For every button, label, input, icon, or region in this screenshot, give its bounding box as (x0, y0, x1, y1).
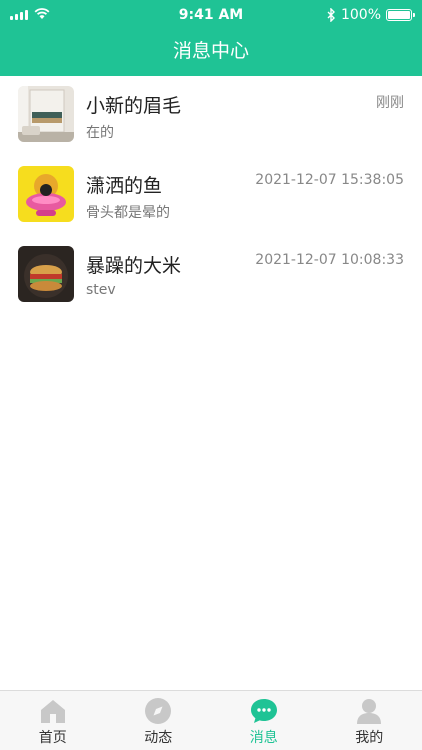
tab-messages[interactable]: 消息 (211, 691, 317, 750)
tab-label: 我的 (355, 730, 384, 746)
page-title: 消息中心 (172, 40, 249, 62)
home-icon (40, 700, 65, 723)
message-preview: 骨头都是晕的 (86, 205, 170, 221)
tab-label: 动态 (144, 730, 173, 746)
contact-name: 暴躁的大米 (86, 255, 182, 277)
message-row[interactable]: 潇洒的鱼 骨头都是晕的 2021-12-07 15:38:05 (0, 156, 422, 236)
message-preview: stev (86, 282, 116, 298)
app-header: 9:41 AM 100% 消息中心 (0, 0, 422, 76)
message-list: 小新的眉毛 在的 刚刚 潇洒的鱼 骨头都是晕的 2021-12-07 15:38… (0, 76, 422, 316)
bluetooth-icon (327, 8, 335, 22)
contact-name: 小新的眉毛 (86, 95, 182, 117)
battery-percent: 100% (340, 7, 381, 23)
status-bar: 9:41 AM 100% (0, 0, 422, 30)
chat-bubble-icon (250, 699, 277, 723)
avatar (18, 166, 74, 222)
message-time: 2021-12-07 10:08:33 (255, 252, 404, 268)
message-time: 刚刚 (376, 95, 404, 111)
compass-icon (145, 698, 172, 724)
tab-home[interactable]: 首页 (0, 691, 106, 750)
battery-icon (386, 9, 415, 21)
avatar (18, 86, 74, 142)
message-row[interactable]: 暴躁的大米 stev 2021-12-07 10:08:33 (0, 236, 422, 316)
tab-dynamics[interactable]: 动态 (106, 691, 212, 750)
message-preview: 在的 (86, 125, 114, 141)
tab-label: 首页 (38, 730, 67, 746)
tab-bar: 首页 动态 消息 我的 (0, 690, 422, 750)
tab-profile[interactable]: 我的 (317, 691, 422, 750)
message-row[interactable]: 小新的眉毛 在的 刚刚 (0, 76, 422, 156)
person-icon (357, 699, 382, 724)
contact-name: 潇洒的鱼 (86, 175, 163, 197)
avatar (18, 246, 74, 302)
message-time: 2021-12-07 15:38:05 (255, 172, 404, 188)
tab-label: 消息 (249, 730, 278, 746)
